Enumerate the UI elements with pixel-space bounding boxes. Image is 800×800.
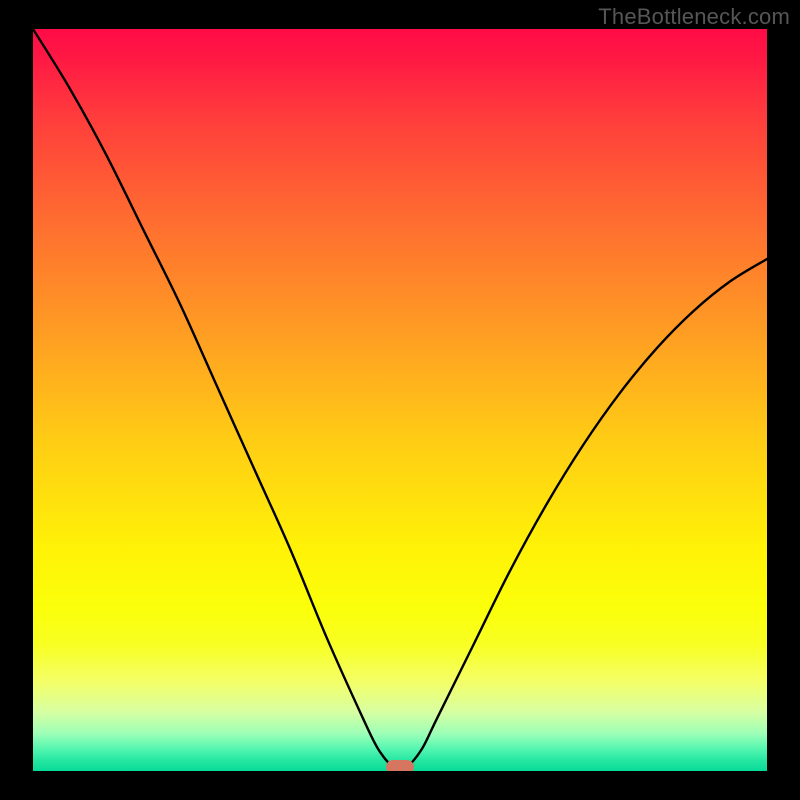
- chart-frame: TheBottleneck.com: [0, 0, 800, 800]
- plot-area: [33, 29, 767, 771]
- bottleneck-curve: [33, 29, 767, 771]
- optimal-point-marker: [386, 760, 414, 771]
- watermark-text: TheBottleneck.com: [598, 4, 790, 30]
- curve-path: [33, 29, 767, 771]
